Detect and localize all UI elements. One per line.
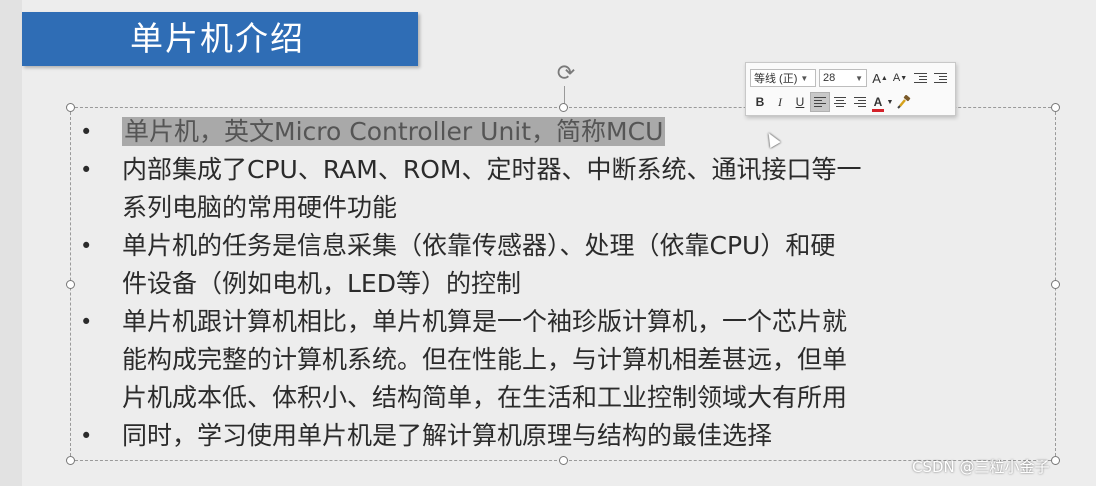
rotate-handle-stem: [564, 86, 565, 104]
align-right-button[interactable]: [850, 92, 870, 112]
increase-indent-icon: [933, 73, 947, 83]
bullet-item[interactable]: • 内部集成了CPU、RAM、ROM、定时器、中断系统、通讯接口等一 系列电脑的常用…: [80, 151, 1040, 227]
resize-handle-top-left[interactable]: [66, 103, 75, 112]
text-run: 单片机跟计算机相比，单片机算是一个袖珍版计算机，一个芯片就: [122, 307, 848, 336]
bullet-item[interactable]: • 单片机的任务是信息采集（依靠传感器）、处理（依靠CPU）和硬 件设备（例如电机，…: [80, 227, 1040, 303]
bullet-item[interactable]: • 单片机，英文Micro Controller Unit，简称MCU: [80, 113, 1040, 151]
selected-text: 单片机，英文Micro Controller Unit，简称MCU: [122, 117, 666, 146]
bullet-text-line: 能构成完整的计算机系统。但在性能上，与计算机相差甚远，但单: [80, 341, 1040, 379]
increase-indent-button[interactable]: [930, 68, 950, 88]
bullet-dot-icon: •: [80, 234, 93, 258]
decrease-indent-icon: [913, 73, 927, 83]
font-name-dropdown[interactable]: 等线 (正) ▼: [750, 69, 816, 87]
rotate-handle-icon[interactable]: ⟳: [554, 62, 578, 86]
underline-icon: U: [795, 95, 805, 109]
text-run: 片机成本低、体积小、结构简单，在生活和工业控制领域大有所用: [122, 383, 848, 412]
text-run: 同时，学习使用单片机是了解计算机原理与结构的最佳选择: [122, 421, 773, 450]
align-center-button[interactable]: [830, 92, 850, 112]
align-right-icon: [854, 97, 866, 107]
align-left-icon: [814, 97, 826, 107]
bullet-dot-icon: •: [80, 424, 93, 448]
bullet-text-line: 件设备（例如电机，LED等）的控制: [80, 265, 1040, 303]
bullet-text-line: 单片机，英文Micro Controller Unit，简称MCU: [80, 113, 1040, 151]
text-run: 能构成完整的计算机系统。但在性能上，与计算机相差甚远，但单: [122, 345, 848, 374]
format-painter-icon: [897, 95, 911, 109]
chevron-down-icon: ▼: [855, 73, 863, 83]
text-run: 系列电脑的常用硬件功能: [122, 193, 398, 222]
bullet-text-line: 内部集成了CPU、RAM、ROM、定时器、中断系统、通讯接口等一: [80, 151, 1040, 189]
bullet-item[interactable]: • 同时，学习使用单片机是了解计算机原理与结构的最佳选择: [80, 417, 1040, 455]
text-run: 单片机的任务是信息采集（依靠传感器）、处理（依靠CPU）和硬: [122, 231, 836, 260]
bullet-dot-icon: •: [80, 120, 93, 144]
bullet-text-line: 单片机跟计算机相比，单片机算是一个袖珍版计算机，一个芯片就: [80, 303, 1040, 341]
title-banner[interactable]: 单片机介绍: [22, 12, 418, 66]
grow-font-button[interactable]: A ▲: [870, 68, 890, 88]
bold-button[interactable]: B: [750, 92, 770, 112]
bullet-text-line: 单片机的任务是信息采集（依靠传感器）、处理（依靠CPU）和硬: [80, 227, 1040, 265]
shrink-font-icon: A: [892, 72, 901, 84]
toolbar-row-format: B I U A ▼: [750, 91, 914, 113]
watermark: CSDN @三粒小金子: [912, 458, 1050, 476]
resize-handle-top-right[interactable]: [1051, 103, 1060, 112]
bold-icon: B: [755, 95, 765, 109]
bullet-dot-icon: •: [80, 158, 93, 182]
toolbar-row-font: 等线 (正) ▼ 28 ▼ A ▲ A ▼: [750, 67, 950, 89]
italic-icon: I: [778, 94, 782, 109]
text-run: 件设备（例如电机，LED等）的控制: [122, 269, 521, 298]
resize-handle-top-center[interactable]: [559, 103, 568, 112]
bullet-dot-icon: •: [80, 310, 93, 334]
format-painter-button[interactable]: [894, 92, 914, 112]
underline-button[interactable]: U: [790, 92, 810, 112]
chevron-down-icon: ▼: [886, 98, 894, 106]
font-size-dropdown[interactable]: 28 ▼: [819, 69, 867, 87]
mini-format-toolbar: 等线 (正) ▼ 28 ▼ A ▲ A ▼ B I U A ▼: [745, 62, 956, 116]
shrink-font-button[interactable]: A ▼: [890, 68, 910, 88]
grow-font-icon: A: [872, 70, 881, 86]
resize-handle-middle-left[interactable]: [66, 280, 75, 289]
bullet-item[interactable]: • 单片机跟计算机相比，单片机算是一个袖珍版计算机，一个芯片就 能构成完整的计算机系…: [80, 303, 1040, 417]
left-panel-edge: [0, 0, 22, 486]
align-left-button[interactable]: [810, 92, 830, 112]
bullet-text-line: 同时，学习使用单片机是了解计算机原理与结构的最佳选择: [80, 417, 1040, 455]
decrease-indent-button[interactable]: [910, 68, 930, 88]
bullet-text-line: 系列电脑的常用硬件功能: [80, 189, 1040, 227]
font-name-value: 等线 (正): [754, 73, 798, 85]
resize-handle-bottom-center[interactable]: [559, 456, 568, 465]
italic-button[interactable]: I: [770, 92, 790, 112]
bullet-text-line: 片机成本低、体积小、结构简单，在生活和工业控制领域大有所用: [80, 379, 1040, 417]
font-color-button[interactable]: A: [870, 92, 886, 112]
text-run: 内部集成了CPU、RAM、ROM、定时器、中断系统、通讯接口等一: [122, 155, 862, 184]
resize-handle-bottom-left[interactable]: [66, 456, 75, 465]
resize-handle-middle-right[interactable]: [1051, 280, 1060, 289]
font-size-value: 28: [823, 72, 836, 84]
slide-title: 单片机介绍: [130, 19, 305, 58]
font-color-icon: A: [871, 95, 884, 112]
font-color-dropdown[interactable]: ▼: [886, 92, 894, 112]
align-center-icon: [834, 97, 846, 107]
resize-handle-bottom-right[interactable]: [1051, 456, 1060, 465]
chevron-down-icon: ▼: [800, 73, 809, 83]
